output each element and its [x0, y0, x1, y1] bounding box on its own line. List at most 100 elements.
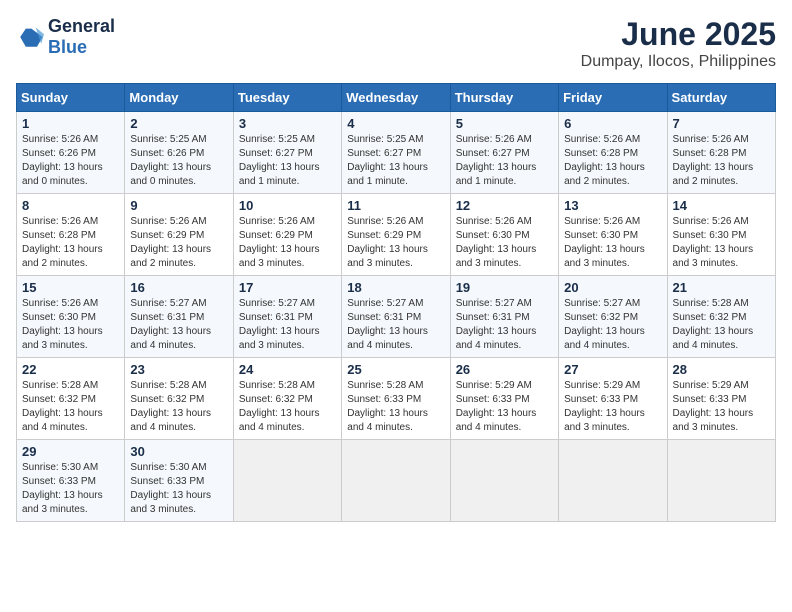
calendar-cell: 16 Sunrise: 5:27 AMSunset: 6:31 PMDaylig…	[125, 276, 233, 358]
day-number: 20	[564, 280, 661, 295]
calendar-cell: 3 Sunrise: 5:25 AMSunset: 6:27 PMDayligh…	[233, 112, 341, 194]
cell-info: Sunrise: 5:26 AMSunset: 6:30 PMDaylight:…	[456, 215, 553, 271]
cell-info: Sunrise: 5:26 AMSunset: 6:27 PMDaylight:…	[456, 133, 553, 189]
calendar-cell	[667, 440, 775, 522]
calendar-cell: 30 Sunrise: 5:30 AMSunset: 6:33 PMDaylig…	[125, 440, 233, 522]
day-number: 14	[673, 198, 770, 213]
calendar-cell: 13 Sunrise: 5:26 AMSunset: 6:30 PMDaylig…	[559, 194, 667, 276]
cell-info: Sunrise: 5:29 AMSunset: 6:33 PMDaylight:…	[564, 379, 661, 435]
weekday-header-friday: Friday	[559, 84, 667, 112]
day-number: 24	[239, 362, 336, 377]
day-number: 4	[347, 116, 444, 131]
day-number: 19	[456, 280, 553, 295]
cell-info: Sunrise: 5:25 AMSunset: 6:27 PMDaylight:…	[239, 133, 336, 189]
calendar-cell	[559, 440, 667, 522]
calendar-week-0: 1 Sunrise: 5:26 AMSunset: 6:26 PMDayligh…	[17, 112, 776, 194]
weekday-header-wednesday: Wednesday	[342, 84, 450, 112]
day-number: 10	[239, 198, 336, 213]
cell-info: Sunrise: 5:29 AMSunset: 6:33 PMDaylight:…	[673, 379, 770, 435]
calendar-week-3: 22 Sunrise: 5:28 AMSunset: 6:32 PMDaylig…	[17, 358, 776, 440]
calendar-week-4: 29 Sunrise: 5:30 AMSunset: 6:33 PMDaylig…	[17, 440, 776, 522]
day-number: 13	[564, 198, 661, 213]
calendar-cell: 28 Sunrise: 5:29 AMSunset: 6:33 PMDaylig…	[667, 358, 775, 440]
cell-info: Sunrise: 5:30 AMSunset: 6:33 PMDaylight:…	[22, 461, 119, 517]
day-number: 1	[22, 116, 119, 131]
calendar-cell: 29 Sunrise: 5:30 AMSunset: 6:33 PMDaylig…	[17, 440, 125, 522]
title-area: June 2025 Dumpay, Ilocos, Philippines	[581, 16, 776, 71]
day-number: 2	[130, 116, 227, 131]
calendar-cell: 23 Sunrise: 5:28 AMSunset: 6:32 PMDaylig…	[125, 358, 233, 440]
calendar-header-row: SundayMondayTuesdayWednesdayThursdayFrid…	[17, 84, 776, 112]
cell-info: Sunrise: 5:28 AMSunset: 6:33 PMDaylight:…	[347, 379, 444, 435]
weekday-header-sunday: Sunday	[17, 84, 125, 112]
calendar-cell: 17 Sunrise: 5:27 AMSunset: 6:31 PMDaylig…	[233, 276, 341, 358]
cell-info: Sunrise: 5:30 AMSunset: 6:33 PMDaylight:…	[130, 461, 227, 517]
calendar-cell: 12 Sunrise: 5:26 AMSunset: 6:30 PMDaylig…	[450, 194, 558, 276]
cell-info: Sunrise: 5:27 AMSunset: 6:31 PMDaylight:…	[456, 297, 553, 353]
cell-info: Sunrise: 5:26 AMSunset: 6:29 PMDaylight:…	[347, 215, 444, 271]
cell-info: Sunrise: 5:27 AMSunset: 6:32 PMDaylight:…	[564, 297, 661, 353]
calendar-cell: 20 Sunrise: 5:27 AMSunset: 6:32 PMDaylig…	[559, 276, 667, 358]
calendar-cell	[450, 440, 558, 522]
day-number: 18	[347, 280, 444, 295]
day-number: 22	[22, 362, 119, 377]
calendar-cell: 25 Sunrise: 5:28 AMSunset: 6:33 PMDaylig…	[342, 358, 450, 440]
calendar-table: SundayMondayTuesdayWednesdayThursdayFrid…	[16, 83, 776, 522]
calendar-week-1: 8 Sunrise: 5:26 AMSunset: 6:28 PMDayligh…	[17, 194, 776, 276]
calendar-cell: 4 Sunrise: 5:25 AMSunset: 6:27 PMDayligh…	[342, 112, 450, 194]
calendar-cell: 26 Sunrise: 5:29 AMSunset: 6:33 PMDaylig…	[450, 358, 558, 440]
calendar-cell	[342, 440, 450, 522]
cell-info: Sunrise: 5:26 AMSunset: 6:26 PMDaylight:…	[22, 133, 119, 189]
day-number: 29	[22, 444, 119, 459]
day-number: 9	[130, 198, 227, 213]
calendar-cell: 11 Sunrise: 5:26 AMSunset: 6:29 PMDaylig…	[342, 194, 450, 276]
calendar-cell: 24 Sunrise: 5:28 AMSunset: 6:32 PMDaylig…	[233, 358, 341, 440]
calendar-cell: 21 Sunrise: 5:28 AMSunset: 6:32 PMDaylig…	[667, 276, 775, 358]
calendar-cell: 8 Sunrise: 5:26 AMSunset: 6:28 PMDayligh…	[17, 194, 125, 276]
cell-info: Sunrise: 5:26 AMSunset: 6:28 PMDaylight:…	[564, 133, 661, 189]
calendar-cell: 18 Sunrise: 5:27 AMSunset: 6:31 PMDaylig…	[342, 276, 450, 358]
cell-info: Sunrise: 5:26 AMSunset: 6:29 PMDaylight:…	[130, 215, 227, 271]
calendar-body: 1 Sunrise: 5:26 AMSunset: 6:26 PMDayligh…	[17, 112, 776, 522]
weekday-header-monday: Monday	[125, 84, 233, 112]
day-number: 21	[673, 280, 770, 295]
cell-info: Sunrise: 5:26 AMSunset: 6:30 PMDaylight:…	[22, 297, 119, 353]
day-number: 26	[456, 362, 553, 377]
cell-info: Sunrise: 5:28 AMSunset: 6:32 PMDaylight:…	[673, 297, 770, 353]
cell-info: Sunrise: 5:26 AMSunset: 6:30 PMDaylight:…	[564, 215, 661, 271]
calendar-cell: 1 Sunrise: 5:26 AMSunset: 6:26 PMDayligh…	[17, 112, 125, 194]
weekday-header-tuesday: Tuesday	[233, 84, 341, 112]
day-number: 7	[673, 116, 770, 131]
cell-info: Sunrise: 5:25 AMSunset: 6:27 PMDaylight:…	[347, 133, 444, 189]
calendar-cell: 14 Sunrise: 5:26 AMSunset: 6:30 PMDaylig…	[667, 194, 775, 276]
calendar-cell: 2 Sunrise: 5:25 AMSunset: 6:26 PMDayligh…	[125, 112, 233, 194]
calendar-cell: 6 Sunrise: 5:26 AMSunset: 6:28 PMDayligh…	[559, 112, 667, 194]
day-number: 17	[239, 280, 336, 295]
day-number: 28	[673, 362, 770, 377]
cell-info: Sunrise: 5:26 AMSunset: 6:28 PMDaylight:…	[22, 215, 119, 271]
calendar-cell: 27 Sunrise: 5:29 AMSunset: 6:33 PMDaylig…	[559, 358, 667, 440]
day-number: 25	[347, 362, 444, 377]
weekday-header-saturday: Saturday	[667, 84, 775, 112]
day-number: 8	[22, 198, 119, 213]
cell-info: Sunrise: 5:26 AMSunset: 6:30 PMDaylight:…	[673, 215, 770, 271]
cell-info: Sunrise: 5:25 AMSunset: 6:26 PMDaylight:…	[130, 133, 227, 189]
cell-info: Sunrise: 5:26 AMSunset: 6:28 PMDaylight:…	[673, 133, 770, 189]
logo-blue: Blue	[48, 37, 87, 57]
cell-info: Sunrise: 5:28 AMSunset: 6:32 PMDaylight:…	[239, 379, 336, 435]
month-title: June 2025	[581, 16, 776, 53]
day-number: 11	[347, 198, 444, 213]
page-header: General Blue June 2025 Dumpay, Ilocos, P…	[16, 16, 776, 71]
calendar-cell	[233, 440, 341, 522]
cell-info: Sunrise: 5:26 AMSunset: 6:29 PMDaylight:…	[239, 215, 336, 271]
day-number: 30	[130, 444, 227, 459]
day-number: 15	[22, 280, 119, 295]
day-number: 23	[130, 362, 227, 377]
day-number: 6	[564, 116, 661, 131]
calendar-cell: 9 Sunrise: 5:26 AMSunset: 6:29 PMDayligh…	[125, 194, 233, 276]
cell-info: Sunrise: 5:29 AMSunset: 6:33 PMDaylight:…	[456, 379, 553, 435]
day-number: 27	[564, 362, 661, 377]
cell-info: Sunrise: 5:28 AMSunset: 6:32 PMDaylight:…	[22, 379, 119, 435]
logo: General Blue	[16, 16, 115, 58]
calendar-cell: 5 Sunrise: 5:26 AMSunset: 6:27 PMDayligh…	[450, 112, 558, 194]
